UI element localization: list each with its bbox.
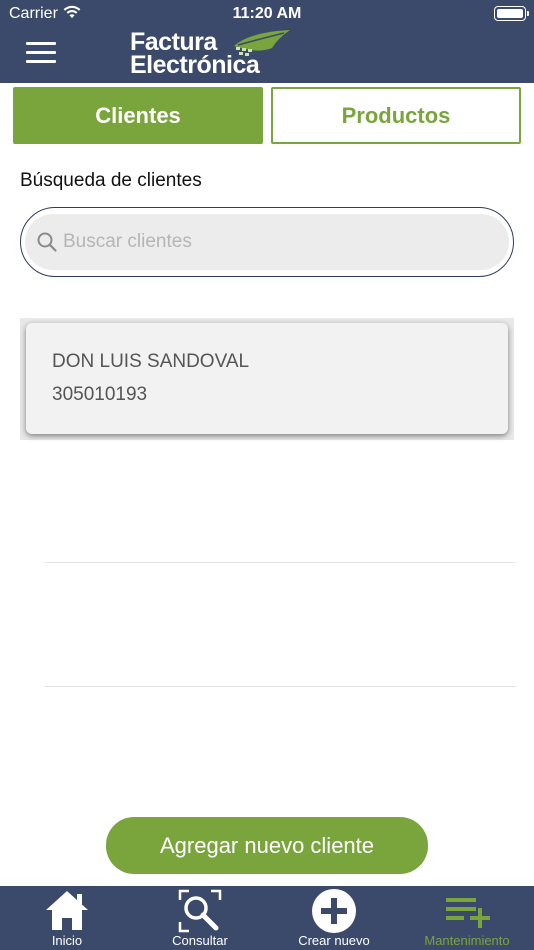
tabbar-label: Crear nuevo xyxy=(298,933,370,948)
search-icon xyxy=(37,232,57,252)
search-input[interactable] xyxy=(63,226,483,258)
tab-clientes[interactable]: Clientes xyxy=(13,87,263,144)
tabbar-label: Mantenimiento xyxy=(424,933,510,948)
list-add-icon xyxy=(446,898,490,928)
list-separator xyxy=(45,562,515,563)
tabbar-item-consultar[interactable]: Consultar xyxy=(160,886,240,950)
hamburger-menu-icon[interactable] xyxy=(26,42,56,64)
tabbar-item-mantenimiento[interactable]: Mantenimiento xyxy=(418,886,516,950)
tab-clientes-label: Clientes xyxy=(95,102,181,128)
search-scan-icon xyxy=(178,889,222,933)
status-time: 11:20 AM xyxy=(232,5,302,22)
tab-productos-label: Productos xyxy=(341,102,451,128)
app-header: Carrier 11:20 AM Factura Electrónica xyxy=(0,0,534,83)
app-logo: Factura Electrónica xyxy=(130,28,300,80)
tabbar-item-inicio[interactable]: Inicio xyxy=(30,886,104,950)
add-client-button[interactable]: Agregar nuevo cliente xyxy=(106,817,428,874)
search-section-label: Búsqueda de clientes xyxy=(20,170,202,191)
bottom-tab-bar: Inicio Consultar Crear nuevo Mantenimien… xyxy=(0,886,534,950)
tabbar-label: Consultar xyxy=(172,933,228,948)
client-card[interactable]: DON LUIS SANDOVAL 305010193 xyxy=(26,323,508,434)
battery-icon xyxy=(494,6,529,21)
client-name: DON LUIS SANDOVAL xyxy=(52,351,250,372)
tab-productos[interactable]: Productos xyxy=(271,87,521,144)
search-bar[interactable] xyxy=(20,207,514,277)
tabbar-label: Inicio xyxy=(51,933,83,948)
status-bar: Carrier 11:20 AM xyxy=(0,0,534,28)
plus-circle-icon xyxy=(312,889,356,933)
list-separator xyxy=(45,686,515,687)
home-icon xyxy=(46,891,88,930)
add-client-button-label: Agregar nuevo cliente xyxy=(159,832,375,858)
logo-leaf-icon xyxy=(234,30,290,56)
tabbar-item-crear-nuevo[interactable]: Crear nuevo xyxy=(292,886,376,950)
client-id: 305010193 xyxy=(52,384,148,405)
